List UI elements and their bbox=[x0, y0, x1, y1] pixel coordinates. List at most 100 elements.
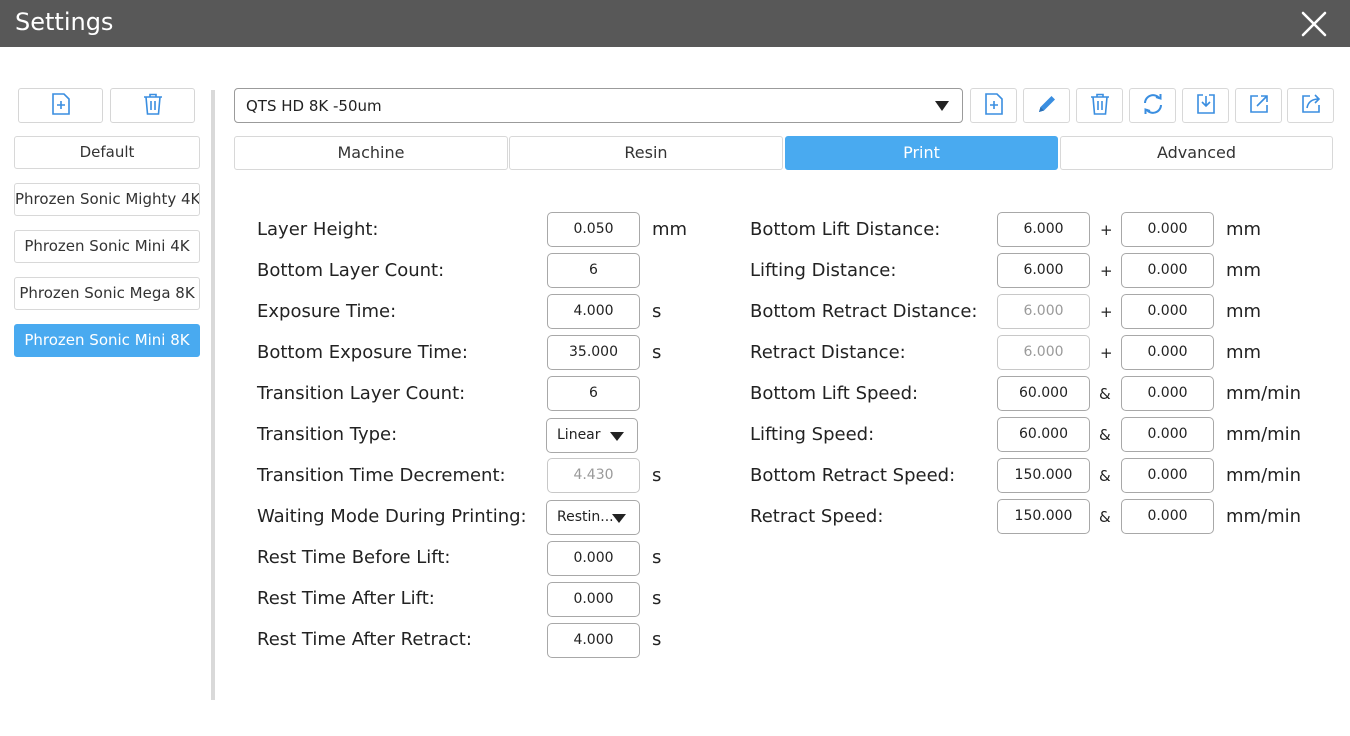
rest-time-after-retract-input[interactable]: 4.000 bbox=[547, 623, 640, 658]
bottom-lift-speed-unit: mm/min bbox=[1226, 383, 1302, 404]
rest-time-after-lift-unit: s bbox=[652, 588, 662, 609]
plus-separator: + bbox=[1100, 262, 1113, 280]
share-preset-button[interactable] bbox=[1287, 88, 1334, 123]
add-file-icon bbox=[51, 92, 71, 119]
retract-speed-extra-input[interactable]: 0.000 bbox=[1121, 499, 1214, 534]
bottom-lift-speed-label: Bottom Lift Speed: bbox=[750, 383, 919, 404]
export-icon bbox=[1248, 93, 1270, 119]
retract-speed-label: Retract Speed: bbox=[750, 506, 884, 527]
plus-separator: + bbox=[1100, 303, 1113, 321]
chevron-down-icon bbox=[612, 514, 626, 523]
bottom-retract-distance-unit: mm bbox=[1226, 301, 1262, 322]
rest-time-before-lift-unit: s bbox=[652, 547, 662, 568]
import-preset-button[interactable] bbox=[1182, 88, 1229, 123]
add-profile-button[interactable] bbox=[18, 88, 103, 123]
retract-distance-extra-input[interactable]: 0.000 bbox=[1121, 335, 1214, 370]
refresh-icon bbox=[1141, 92, 1165, 120]
bottom-retract-speed-input[interactable]: 150.000 bbox=[997, 458, 1090, 493]
lifting-distance-input[interactable]: 6.000 bbox=[997, 253, 1090, 288]
waiting-mode-select[interactable]: Restin... bbox=[546, 500, 640, 535]
transition-time-decrement-input: 4.430 bbox=[547, 458, 640, 493]
plus-separator: + bbox=[1100, 344, 1113, 362]
ampersand-separator: & bbox=[1099, 426, 1111, 444]
tab-advanced[interactable]: Advanced bbox=[1060, 136, 1333, 170]
transition-time-decrement-unit: s bbox=[652, 465, 662, 486]
bottom-lift-distance-extra-input[interactable]: 0.000 bbox=[1121, 212, 1214, 247]
transition-type-label: Transition Type: bbox=[257, 424, 398, 445]
exposure-time-input[interactable]: 4.000 bbox=[547, 294, 640, 329]
exposure-time-unit: s bbox=[652, 301, 662, 322]
bottom-retract-speed-extra-input[interactable]: 0.000 bbox=[1121, 458, 1214, 493]
rest-time-after-lift-label: Rest Time After Lift: bbox=[257, 588, 435, 609]
profile-item-sonic-mighty-4k[interactable]: Phrozen Sonic Mighty 4K bbox=[14, 183, 200, 216]
profile-item-sonic-mini-8k[interactable]: Phrozen Sonic Mini 8K bbox=[14, 324, 200, 357]
transition-layer-count-label: Transition Layer Count: bbox=[257, 383, 466, 404]
transition-type-select[interactable]: Linear bbox=[546, 418, 638, 453]
edit-preset-button[interactable] bbox=[1023, 88, 1070, 123]
share-icon bbox=[1300, 93, 1322, 119]
lifting-distance-extra-input[interactable]: 0.000 bbox=[1121, 253, 1214, 288]
waiting-mode-value: Restin... bbox=[557, 509, 614, 525]
retract-speed-unit: mm/min bbox=[1226, 506, 1302, 527]
bottom-layer-count-input[interactable]: 6 bbox=[547, 253, 640, 288]
tab-print[interactable]: Print bbox=[785, 136, 1058, 170]
layer-height-label: Layer Height: bbox=[257, 219, 379, 240]
pencil-icon bbox=[1036, 93, 1058, 119]
rest-time-before-lift-input[interactable]: 0.000 bbox=[547, 541, 640, 576]
trash-icon bbox=[1089, 93, 1111, 119]
plus-separator: + bbox=[1100, 221, 1113, 239]
bottom-exposure-time-input[interactable]: 35.000 bbox=[547, 335, 640, 370]
transition-layer-count-input[interactable]: 6 bbox=[547, 376, 640, 411]
tab-machine[interactable]: Machine bbox=[234, 136, 508, 170]
profile-item-sonic-mini-4k[interactable]: Phrozen Sonic Mini 4K bbox=[14, 230, 200, 263]
bottom-lift-speed-input[interactable]: 60.000 bbox=[997, 376, 1090, 411]
lifting-speed-label: Lifting Speed: bbox=[750, 424, 875, 445]
exposure-time-label: Exposure Time: bbox=[257, 301, 397, 322]
lifting-distance-label: Lifting Distance: bbox=[750, 260, 897, 281]
new-preset-button[interactable] bbox=[970, 88, 1017, 123]
rest-time-after-retract-unit: s bbox=[652, 629, 662, 650]
chevron-down-icon bbox=[935, 101, 949, 111]
bottom-retract-distance-input: 6.000 bbox=[997, 294, 1090, 329]
ampersand-separator: & bbox=[1099, 385, 1111, 403]
lifting-distance-unit: mm bbox=[1226, 260, 1262, 281]
bottom-layer-count-label: Bottom Layer Count: bbox=[257, 260, 445, 281]
ampersand-separator: & bbox=[1099, 467, 1111, 485]
rest-time-after-lift-input[interactable]: 0.000 bbox=[547, 582, 640, 617]
sidebar-divider bbox=[211, 90, 215, 700]
lifting-speed-unit: mm/min bbox=[1226, 424, 1302, 445]
delete-profile-button[interactable] bbox=[110, 88, 195, 123]
import-icon bbox=[1195, 93, 1217, 119]
bottom-lift-distance-unit: mm bbox=[1226, 219, 1262, 240]
transition-time-decrement-label: Transition Time Decrement: bbox=[257, 465, 506, 486]
bottom-lift-distance-input[interactable]: 6.000 bbox=[997, 212, 1090, 247]
transition-type-value: Linear bbox=[557, 427, 601, 443]
ampersand-separator: & bbox=[1099, 508, 1111, 526]
bottom-retract-speed-label: Bottom Retract Speed: bbox=[750, 465, 956, 486]
bottom-exposure-time-unit: s bbox=[652, 342, 662, 363]
add-file-icon bbox=[984, 92, 1004, 119]
bottom-lift-speed-extra-input[interactable]: 0.000 bbox=[1121, 376, 1214, 411]
lifting-speed-extra-input[interactable]: 0.000 bbox=[1121, 417, 1214, 452]
title-bar: Settings bbox=[0, 0, 1350, 47]
tab-resin[interactable]: Resin bbox=[509, 136, 783, 170]
trash-icon bbox=[142, 93, 164, 119]
layer-height-input[interactable]: 0.050 bbox=[547, 212, 640, 247]
delete-preset-button[interactable] bbox=[1076, 88, 1123, 123]
retract-speed-input[interactable]: 150.000 bbox=[997, 499, 1090, 534]
retract-distance-label: Retract Distance: bbox=[750, 342, 906, 363]
profile-item-default[interactable]: Default bbox=[14, 136, 200, 169]
bottom-retract-distance-extra-input[interactable]: 0.000 bbox=[1121, 294, 1214, 329]
preset-value: QTS HD 8K -50um bbox=[246, 97, 382, 115]
refresh-preset-button[interactable] bbox=[1129, 88, 1176, 123]
waiting-mode-label: Waiting Mode During Printing: bbox=[257, 506, 527, 527]
close-icon[interactable] bbox=[1297, 7, 1331, 41]
rest-time-before-lift-label: Rest Time Before Lift: bbox=[257, 547, 451, 568]
bottom-lift-distance-label: Bottom Lift Distance: bbox=[750, 219, 941, 240]
bottom-retract-speed-unit: mm/min bbox=[1226, 465, 1302, 486]
retract-distance-unit: mm bbox=[1226, 342, 1262, 363]
export-preset-button[interactable] bbox=[1235, 88, 1282, 123]
preset-dropdown[interactable]: QTS HD 8K -50um bbox=[234, 88, 963, 123]
profile-item-sonic-mega-8k[interactable]: Phrozen Sonic Mega 8K bbox=[14, 277, 200, 310]
lifting-speed-input[interactable]: 60.000 bbox=[997, 417, 1090, 452]
